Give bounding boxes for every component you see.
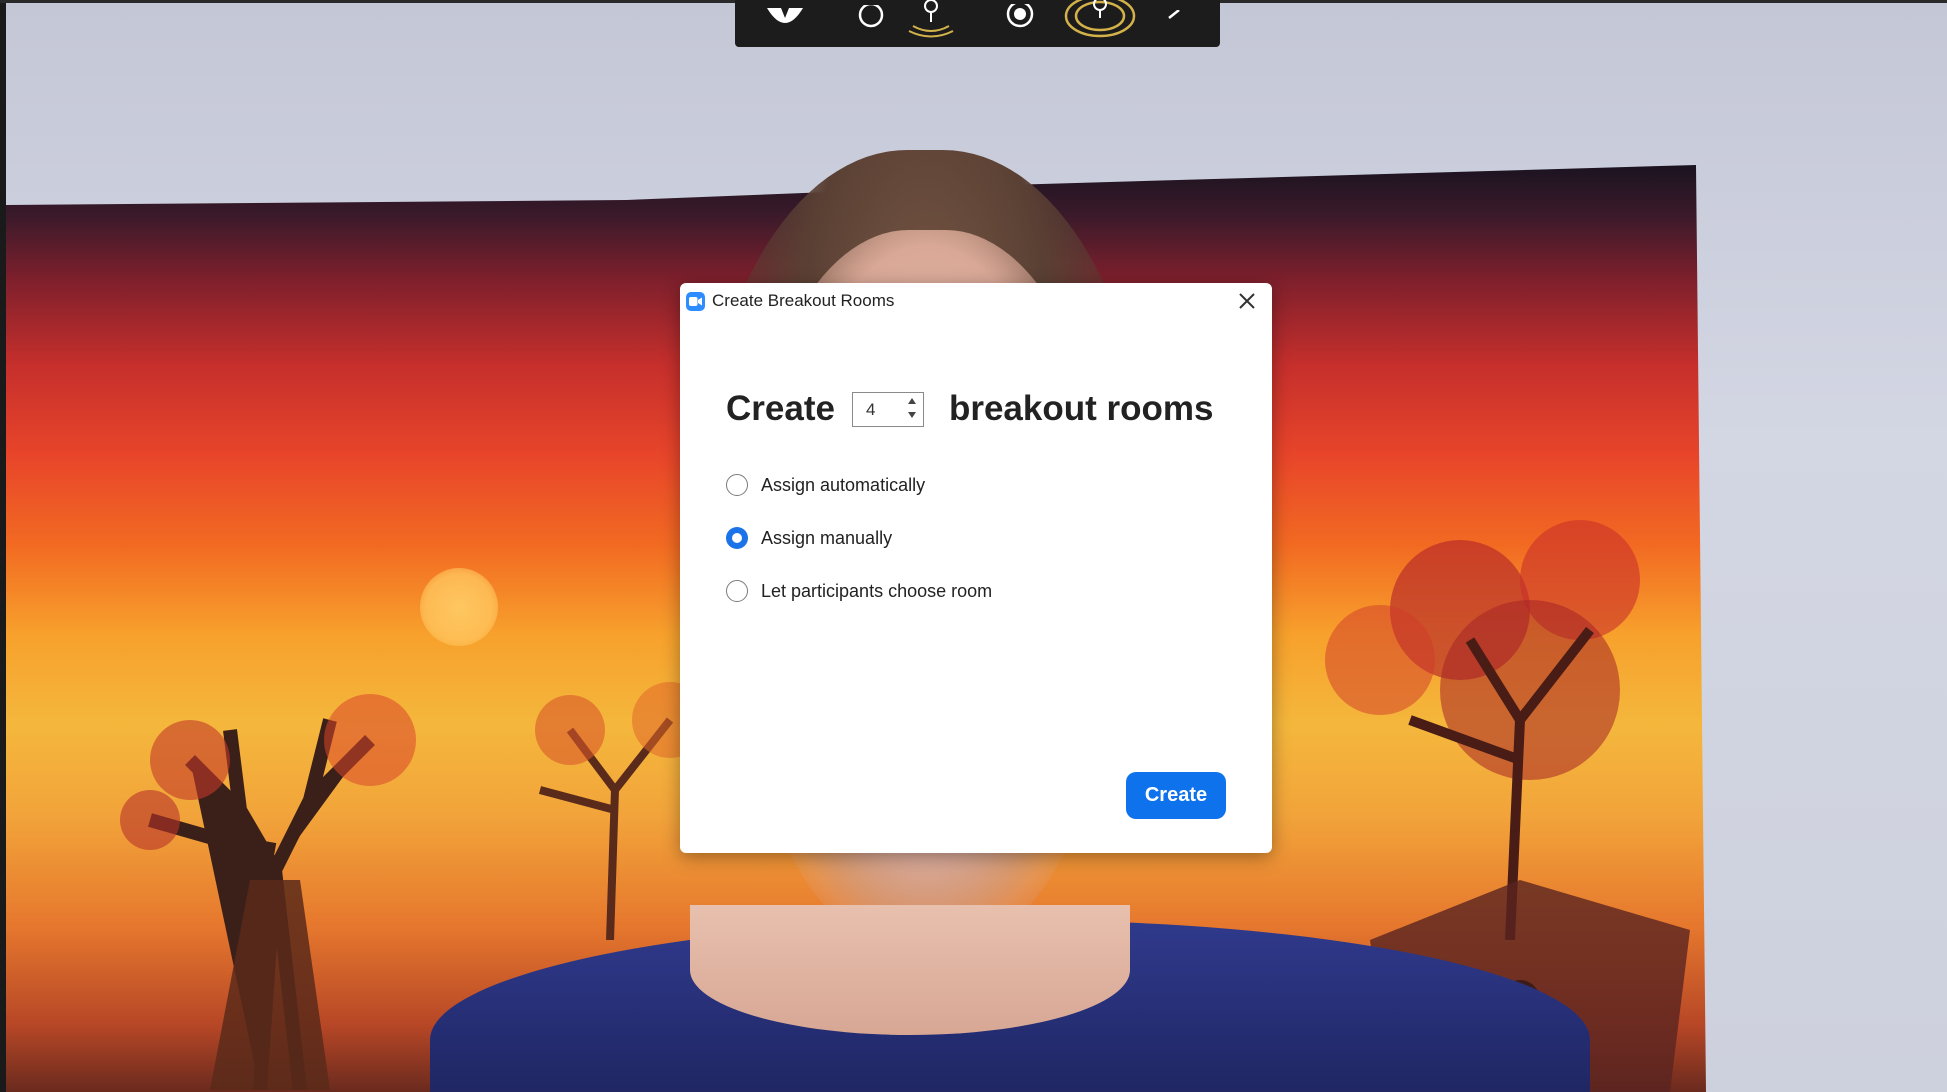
zoom-app-icon: [686, 292, 705, 311]
option-label: Assign automatically: [761, 474, 926, 495]
window-edge: [0, 0, 6, 1092]
room-count-stepper[interactable]: 4: [851, 391, 924, 427]
room-count-row: Create 4 breakout rooms: [726, 387, 1213, 431]
radio-assign-automatically[interactable]: [726, 474, 748, 496]
close-icon: [1239, 293, 1255, 309]
decrement-arrow-icon[interactable]: [907, 410, 917, 420]
headline-prefix: Create: [726, 389, 835, 428]
dialog-titlebar: Create Breakout Rooms: [680, 283, 1272, 319]
option-assign-automatically[interactable]: Assign automatically: [726, 473, 992, 497]
create-breakout-rooms-dialog: Create Breakout Rooms Create 4 breakout …: [680, 283, 1272, 853]
participant-neck: [690, 905, 1130, 1035]
increment-arrow-icon[interactable]: [907, 396, 917, 406]
chevron-left-icon[interactable]: [1165, 0, 1185, 40]
circle-icon[interactable]: [855, 0, 887, 40]
room-count-value[interactable]: 4: [866, 400, 875, 420]
option-assign-manually[interactable]: Assign manually: [726, 526, 992, 550]
option-label: Assign manually: [761, 527, 893, 548]
headline-suffix: breakout rooms: [948, 389, 1214, 428]
share-icon[interactable]: [763, 0, 807, 40]
option-let-participants-choose[interactable]: Let participants choose room: [726, 579, 992, 603]
radio-assign-manually[interactable]: [726, 527, 748, 549]
option-label: Let participants choose room: [761, 580, 993, 601]
meeting-toolbar: [735, 0, 1220, 47]
assignment-options: Assign automatically Assign manually Let…: [726, 473, 992, 632]
create-button[interactable]: Create: [1126, 772, 1226, 819]
record-icon[interactable]: [1003, 0, 1037, 40]
broadcast-mic-icon[interactable]: [1063, 0, 1137, 40]
tapestry-tree-left: [70, 620, 490, 1090]
radio-let-participants-choose[interactable]: [726, 580, 748, 602]
dialog-title: Create Breakout Rooms: [712, 291, 895, 310]
close-button[interactable]: [1233, 288, 1261, 314]
mic-icon[interactable]: [903, 0, 959, 40]
